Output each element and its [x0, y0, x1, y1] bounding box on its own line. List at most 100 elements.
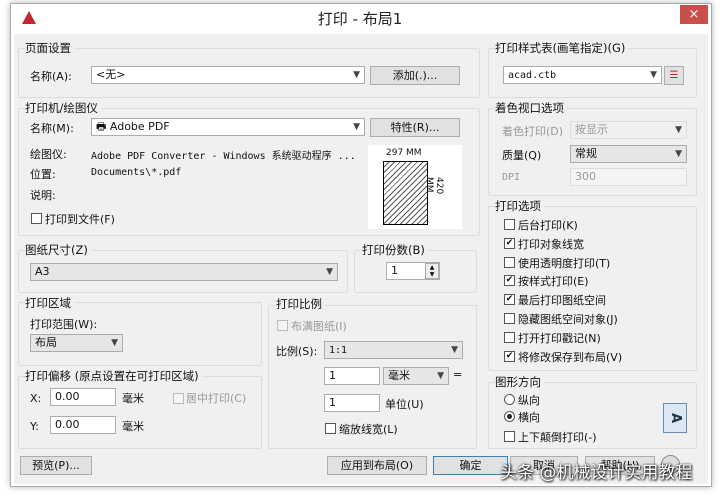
- shade-plot-label: 着色打印(D): [502, 125, 564, 138]
- equals-sign: =: [453, 368, 463, 381]
- style-table-select[interactable]: acad.ctb ▼: [503, 66, 662, 84]
- upside-down-checkbox[interactable]: [504, 431, 515, 442]
- chevron-down-icon: ▼: [451, 345, 458, 355]
- x-unit: 毫米: [122, 392, 144, 405]
- dpi-label: DPI: [502, 172, 521, 183]
- paper-width-label: 297 MM: [386, 148, 422, 158]
- page-setup-select[interactable]: <无> ▼: [91, 66, 365, 84]
- plot-offset-group: [18, 376, 262, 449]
- scale-lineweights-checkbox[interactable]: [325, 423, 336, 434]
- copies-spinner[interactable]: ▲ ▼: [425, 263, 439, 279]
- plotter-label: 打印机/绘图仪: [25, 100, 101, 116]
- description-label: 说明:: [30, 189, 56, 202]
- landscape-label: 横向: [518, 411, 540, 424]
- plot-options-label: 打印选项: [495, 198, 544, 214]
- plot-offset-label: 打印偏移 (原点设置在可打印区域): [25, 368, 202, 384]
- plot-option-checkbox[interactable]: [504, 256, 515, 268]
- plot-option-checkbox[interactable]: ✔: [504, 237, 515, 249]
- plot-range-label: 打印范围(W):: [30, 318, 98, 331]
- scale-lineweights-label: 缩放线宽(L): [339, 423, 398, 436]
- orientation-label: 图形方向: [495, 374, 544, 390]
- center-plot-checkbox[interactable]: [173, 393, 184, 404]
- paper-height-label: 420 MM: [424, 177, 444, 195]
- plot-option-label: 隐藏图纸空间对象(J): [518, 313, 618, 326]
- plotter-select[interactable]: 🖶 Adobe PDF ▼: [91, 118, 365, 136]
- scale-value2-input[interactable]: 1: [324, 394, 380, 412]
- watermark: 头条 @机械设计实用教程: [500, 463, 693, 483]
- center-plot-label: 居中打印(C): [186, 392, 247, 405]
- plot-range-select[interactable]: 布局 ▼: [30, 334, 123, 352]
- add-button[interactable]: 添加(.)...: [370, 66, 460, 85]
- page-setup-name-label: 名称(A):: [30, 70, 72, 83]
- plot-option-checkbox[interactable]: ✔: [504, 275, 515, 287]
- chevron-down-icon: ▼: [675, 149, 682, 159]
- apply-to-layout-button[interactable]: 应用到布局(O): [327, 456, 427, 475]
- page-setup-label: 页面设置: [25, 40, 74, 56]
- scale-label: 比例(S):: [276, 345, 318, 358]
- properties-button[interactable]: 特性(R)...: [370, 118, 460, 137]
- scale-select[interactable]: 1:1 ▼: [324, 341, 463, 359]
- y-offset-input[interactable]: 0.00: [50, 416, 116, 434]
- plot-option-label: 使用透明度打印(T): [518, 256, 611, 270]
- plot-option-label: 最后打印图纸空间: [518, 294, 606, 308]
- scale-unit-select[interactable]: 毫米 ▼: [383, 367, 449, 385]
- fit-to-paper-label: 布满图纸(I): [291, 320, 347, 333]
- landscape-radio[interactable]: [504, 411, 515, 422]
- y-label: Y:: [30, 420, 39, 433]
- dialog-title: 打印 - 布局1: [317, 10, 403, 28]
- plot-option-label: 打开打印戳记(N): [518, 331, 601, 345]
- dpi-input[interactable]: 300: [570, 168, 687, 186]
- chevron-down-icon: ▼: [675, 125, 682, 135]
- units-label: 单位(U): [385, 398, 424, 411]
- x-offset-input[interactable]: 0.00: [50, 388, 116, 406]
- plot-option-label: 按样式打印(E): [518, 275, 589, 289]
- shade-plot-select[interactable]: 按显示 ▼: [570, 121, 687, 139]
- plot-option-label: 后台打印(K): [518, 219, 578, 232]
- copies-label: 打印份数(B): [362, 242, 428, 258]
- location-label: 位置:: [30, 168, 56, 181]
- plot-scale-label: 打印比例: [276, 296, 325, 312]
- portrait-label: 纵向: [518, 394, 540, 407]
- edit-icon: ☰: [669, 70, 679, 81]
- edit-style-table-button[interactable]: ☰: [664, 66, 684, 85]
- plot-option-label: 打印对象线宽: [518, 237, 584, 251]
- print-to-file-label: 打印到文件(F): [45, 213, 115, 226]
- plot-option-checkbox[interactable]: [504, 313, 515, 324]
- chevron-down-icon: ▼: [650, 70, 657, 80]
- x-label: X:: [30, 392, 42, 405]
- plotter-name-label: 名称(M):: [30, 122, 74, 135]
- chevron-down-icon: ▼: [437, 371, 444, 381]
- quality-label: 质量(Q): [502, 149, 542, 162]
- chevron-down-icon: ▼: [111, 338, 118, 348]
- plotter-info-value: Adobe PDF Converter - Windows 系统驱动程序 ...: [91, 151, 356, 162]
- preview-button[interactable]: 预览(P)...: [20, 456, 92, 475]
- landscape-page-icon: A: [663, 403, 687, 433]
- quality-select[interactable]: 常规 ▼: [570, 145, 687, 163]
- plot-option-checkbox[interactable]: [504, 331, 515, 343]
- upside-down-label: 上下颠倒打印(-): [518, 431, 597, 444]
- paper-size-label: 图纸尺寸(Z): [25, 242, 91, 258]
- plot-area-label: 打印区域: [25, 295, 74, 311]
- print-to-file-checkbox[interactable]: [31, 213, 42, 224]
- plotter-info-label: 绘图仪:: [30, 148, 67, 161]
- scale-value1-input[interactable]: 1: [324, 367, 380, 385]
- shaded-viewport-label: 着色视口选项: [495, 100, 567, 116]
- plot-option-checkbox[interactable]: ✔: [504, 294, 515, 306]
- printer-icon: 🖶: [96, 120, 110, 133]
- location-value: Documents\*.pdf: [91, 167, 182, 178]
- close-button[interactable]: ×: [680, 5, 708, 24]
- plot-option-label: 将修改保存到布局(V): [518, 350, 623, 364]
- paper-size-select[interactable]: A3 ▼: [30, 263, 338, 281]
- paper-hatch: [383, 161, 428, 225]
- chevron-down-icon: ▼: [326, 267, 333, 277]
- portrait-radio[interactable]: [504, 394, 515, 405]
- y-unit: 毫米: [122, 420, 144, 433]
- page-letter: A: [668, 412, 683, 424]
- chevron-down-icon: ▼: [353, 70, 360, 80]
- plot-option-checkbox[interactable]: [504, 219, 515, 230]
- plot-option-checkbox[interactable]: ✔: [504, 350, 515, 362]
- chevron-down-icon: ▼: [353, 122, 360, 132]
- style-table-label: 打印样式表(画笔指定)(G): [495, 40, 629, 56]
- fit-to-paper-checkbox[interactable]: [277, 320, 288, 331]
- ok-button[interactable]: 确定: [433, 456, 508, 475]
